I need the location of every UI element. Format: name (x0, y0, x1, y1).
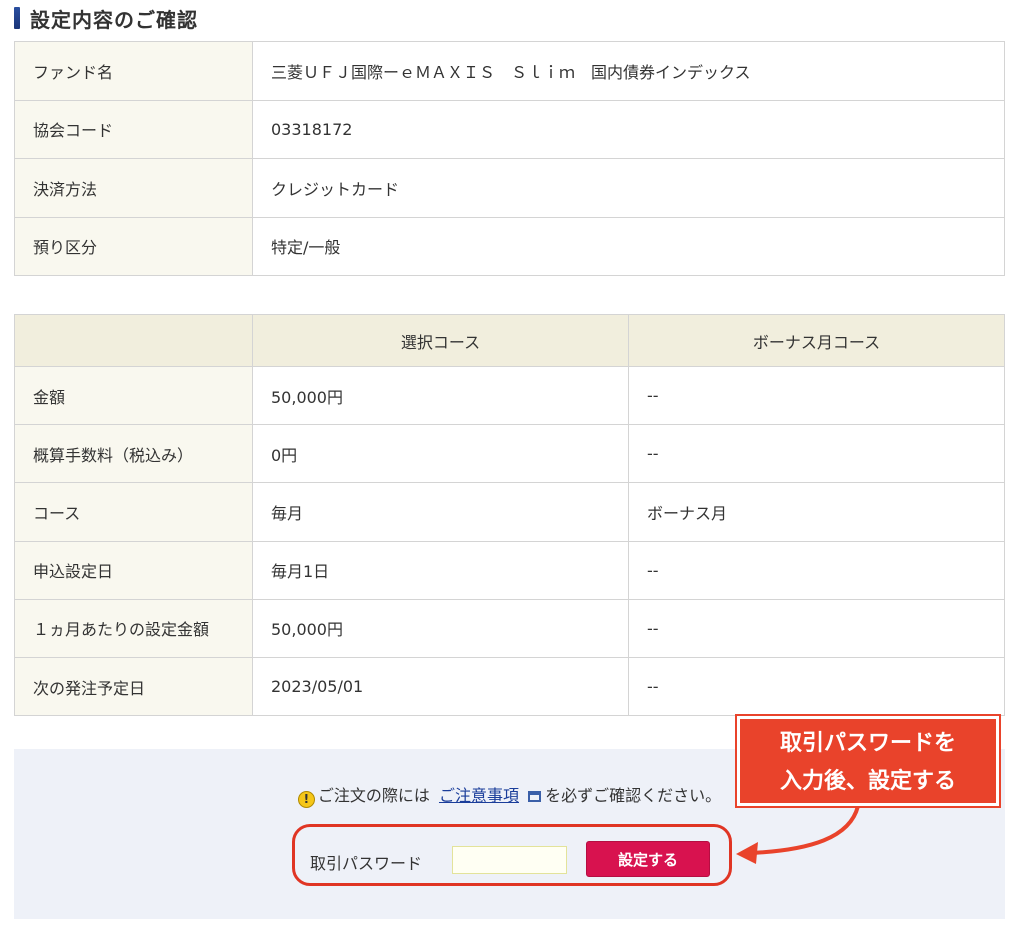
amount-bonus: -- (628, 365, 1005, 426)
warning-icon: ! (297, 791, 315, 808)
callout-line-2: 入力後、設定する (779, 769, 956, 794)
account-type-label: 預り区分 (14, 216, 253, 276)
next-order-date-selected: 2023/05/01 (252, 656, 629, 717)
monthly-amount-selected: 50,000円 (252, 598, 629, 658)
table-row: ファンド名 三菱ＵＦＪ国際ーｅＭＡＸＩＳ Ｓｌｉｍ 国内債券インデックス (14, 41, 1005, 101)
table-row: コース 毎月 ボーナス月 (14, 482, 1005, 542)
table-row: 申込設定日 毎月1日 -- (14, 540, 1005, 600)
next-order-date-label: 次の発注予定日 (14, 656, 253, 717)
table-row: 金額 50,000円 -- (14, 365, 1005, 426)
setting-day-bonus: -- (628, 540, 1005, 600)
new-window-icon (528, 791, 542, 802)
header-selected-course: 選択コース (252, 314, 629, 367)
caution-link[interactable]: ご注意事項 (439, 786, 519, 805)
course-label: コース (14, 482, 253, 542)
fund-name-label: ファンド名 (14, 41, 253, 101)
course-table-header-row: 選択コース ボーナス月コース (14, 314, 1005, 367)
fee-selected: 0円 (252, 424, 629, 484)
annotation-highlight-box (292, 824, 732, 886)
header-empty (14, 314, 253, 367)
association-code-label: 協会コード (14, 99, 253, 159)
notice-prefix: ご注文の際には (317, 786, 430, 805)
fee-bonus: -- (628, 424, 1005, 484)
course-bonus: ボーナス月 (628, 482, 1005, 542)
payment-method-label: 決済方法 (14, 158, 253, 218)
next-order-date-bonus: -- (628, 656, 1005, 717)
fund-name-value: 三菱ＵＦＪ国際ーｅＭＡＸＩＳ Ｓｌｉｍ 国内債券インデックス (252, 41, 1005, 101)
monthly-amount-label: １ヵ月あたりの設定金額 (14, 598, 253, 658)
table-row: １ヵ月あたりの設定金額 50,000円 -- (14, 598, 1005, 658)
annotation-callout: 取引パスワードを 入力後、設定する (737, 716, 999, 806)
header-bonus-course: ボーナス月コース (628, 314, 1005, 367)
account-type-value: 特定/一般 (252, 216, 1005, 276)
amount-selected: 50,000円 (252, 365, 629, 426)
table-row: 次の発注予定日 2023/05/01 -- (14, 656, 1005, 717)
table-row: 決済方法 クレジットカード (14, 158, 1005, 218)
monthly-amount-bonus: -- (628, 598, 1005, 658)
table-row: 預り区分 特定/一般 (14, 216, 1005, 276)
setting-day-selected: 毎月1日 (252, 540, 629, 600)
payment-method-value: クレジットカード (252, 158, 1005, 218)
page-title: 設定内容のご確認 (30, 7, 198, 32)
table-row: 協会コード 03318172 (14, 99, 1005, 159)
course-table: 選択コース ボーナス月コース 金額 50,000円 -- 概算手数料（税込み） … (14, 314, 1005, 717)
notice-suffix: を必ずご確認ください。 (545, 786, 722, 805)
page-title-group: 設定内容のご確認 (14, 4, 198, 32)
association-code-value: 03318172 (252, 99, 1005, 159)
fee-label: 概算手数料（税込み） (14, 424, 253, 484)
fund-info-table: ファンド名 三菱ＵＦＪ国際ーｅＭＡＸＩＳ Ｓｌｉｍ 国内債券インデックス 協会コ… (14, 41, 1005, 276)
callout-line-1: 取引パスワードを (779, 731, 956, 756)
setting-day-label: 申込設定日 (14, 540, 253, 600)
amount-label: 金額 (14, 365, 253, 426)
course-selected: 毎月 (252, 482, 629, 542)
title-bar-marker (14, 7, 20, 29)
table-row: 概算手数料（税込み） 0円 -- (14, 424, 1005, 484)
